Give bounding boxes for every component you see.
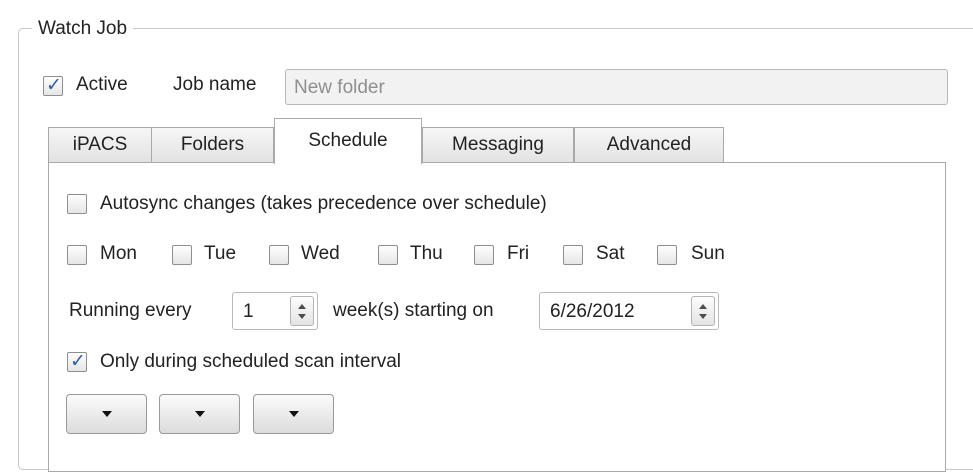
group-title: Watch Job — [32, 18, 134, 40]
autosync-label: Autosync changes (takes precedence over … — [100, 193, 547, 214]
job-name-input[interactable]: New folder — [285, 69, 948, 105]
spin-down-icon[interactable] — [298, 314, 306, 319]
tab-messaging[interactable]: Messaging — [422, 127, 574, 163]
mon-checkbox[interactable] — [67, 245, 87, 265]
start-date-field[interactable]: 6/26/2012 — [539, 292, 719, 330]
start-date-value: 6/26/2012 — [550, 301, 635, 322]
job-name-label: Job name — [173, 74, 257, 95]
tab-folders[interactable]: Folders — [151, 127, 274, 163]
dropdown-arrow-icon — [288, 411, 299, 417]
sat-label: Sat — [596, 243, 625, 264]
time-dropdown-3[interactable] — [253, 394, 334, 434]
spin-up-icon[interactable] — [298, 304, 306, 309]
fri-checkbox[interactable] — [474, 245, 494, 265]
thu-label: Thu — [410, 243, 443, 264]
mon-label: Mon — [100, 243, 137, 264]
tab-advanced[interactable]: Advanced — [574, 127, 724, 163]
spin-down-icon[interactable] — [699, 314, 707, 319]
running-every-label: Running every — [69, 300, 192, 321]
tue-checkbox[interactable] — [172, 245, 192, 265]
weeks-starting-label: week(s) starting on — [333, 300, 494, 321]
fri-label: Fri — [507, 243, 530, 264]
wed-checkbox[interactable] — [269, 245, 289, 265]
sun-checkbox[interactable] — [657, 245, 677, 265]
date-spin-buttons[interactable] — [691, 296, 715, 326]
tue-label: Tue — [204, 243, 237, 264]
only-scheduled-label: Only during scheduled scan interval — [100, 351, 402, 372]
sun-label: Sun — [691, 243, 725, 264]
time-dropdown-1[interactable] — [66, 394, 147, 434]
sat-checkbox[interactable] — [563, 245, 583, 265]
interval-spinbox[interactable]: 1 — [232, 292, 318, 330]
interval-value: 1 — [243, 301, 254, 322]
autosync-checkbox[interactable] — [67, 194, 87, 214]
dropdown-arrow-icon — [101, 411, 112, 417]
dropdown-arrow-icon — [194, 411, 205, 417]
active-checkbox[interactable] — [43, 74, 63, 96]
tab-schedule[interactable]: Schedule — [274, 118, 422, 164]
spin-up-icon[interactable] — [699, 304, 707, 309]
thu-checkbox[interactable] — [378, 245, 398, 265]
active-label: Active — [76, 74, 128, 95]
wed-label: Wed — [301, 243, 340, 264]
tab-ipacs[interactable]: iPACS — [48, 127, 152, 163]
only-scheduled-checkbox[interactable] — [67, 350, 87, 372]
time-dropdown-2[interactable] — [159, 394, 240, 434]
interval-spin-buttons[interactable] — [290, 296, 314, 326]
